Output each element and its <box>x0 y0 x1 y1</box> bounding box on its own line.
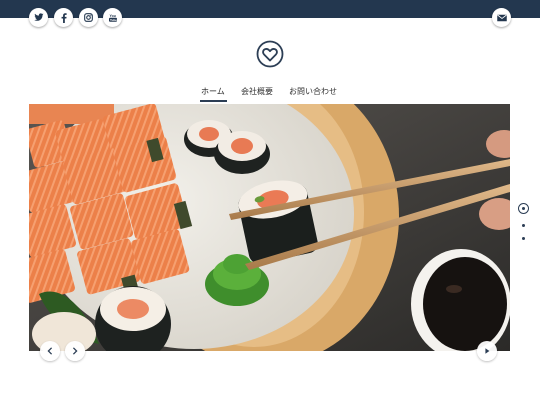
heart-icon[interactable] <box>256 40 284 68</box>
nav-item-company[interactable]: 会社概要 <box>241 86 273 97</box>
nav-item-contact[interactable]: お問い合わせ <box>289 86 337 97</box>
mail-icon[interactable] <box>492 8 511 27</box>
hero-slider[interactable] <box>29 104 510 351</box>
slider-pagination <box>517 203 531 243</box>
twitter-icon[interactable] <box>29 8 48 27</box>
sushi-with-chopsticks-photo <box>29 104 510 351</box>
nav-item-home[interactable]: ホーム <box>201 86 225 97</box>
slider-prev-button[interactable] <box>40 341 60 361</box>
facebook-icon[interactable] <box>54 8 73 27</box>
chevron-right-icon <box>72 347 78 355</box>
slider-dot[interactable] <box>522 224 525 227</box>
slider-dot[interactable] <box>522 237 525 240</box>
svg-text:You: You <box>109 14 115 18</box>
instagram-icon[interactable] <box>79 8 98 27</box>
chevron-left-icon <box>47 347 53 355</box>
nav-active-indicator <box>200 100 227 102</box>
svg-text:Tube: Tube <box>110 18 117 22</box>
youtube-icon[interactable]: You Tube <box>103 8 122 27</box>
slider-next-button[interactable] <box>65 341 85 361</box>
slider-dot-active[interactable] <box>518 203 529 214</box>
play-icon <box>485 348 490 354</box>
slider-play-button[interactable] <box>477 341 497 361</box>
main-nav: ホーム 会社概要 お問い合わせ <box>0 86 540 102</box>
